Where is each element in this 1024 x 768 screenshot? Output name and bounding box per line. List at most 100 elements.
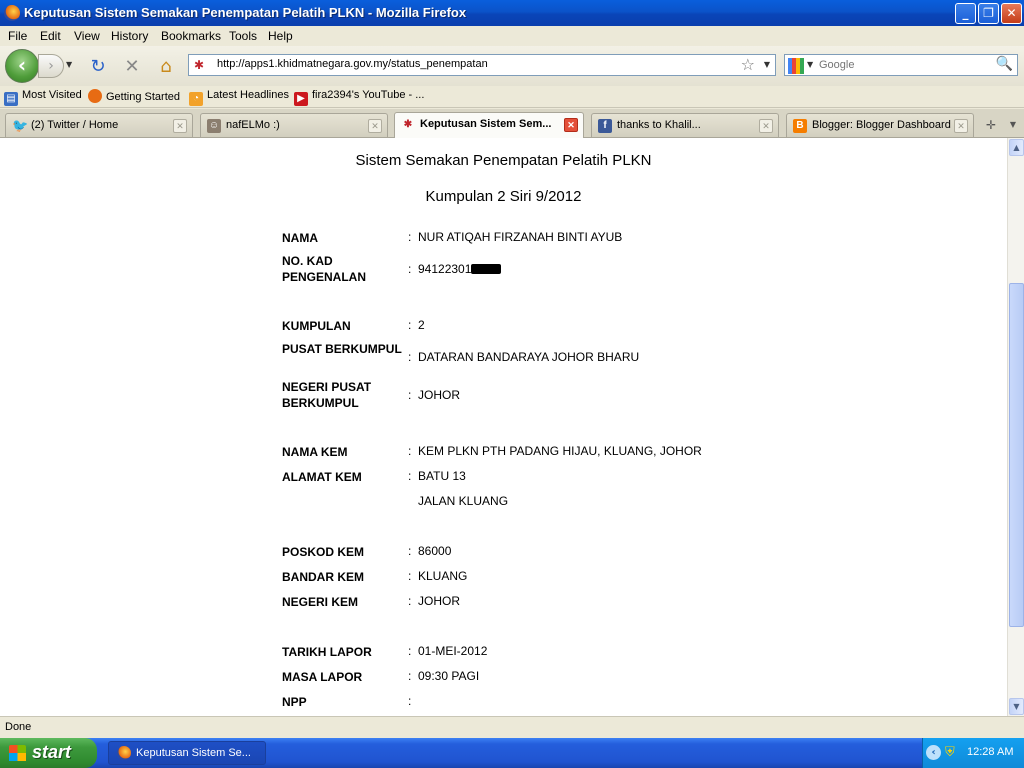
tab-close-icon[interactable]: ✕ — [759, 119, 773, 133]
field-label: PUSAT BERKUMPUL — [282, 342, 402, 356]
field-label: NEGERI KEM — [282, 595, 359, 609]
back-button[interactable]: ‹ — [5, 49, 39, 83]
field-colon: : — [408, 469, 412, 483]
scrollbar-thumb[interactable] — [1009, 283, 1024, 627]
field-value: 86000 — [418, 544, 452, 558]
menu-edit[interactable]: Edit — [40, 29, 61, 43]
scroll-down-icon[interactable]: ▼ — [1009, 698, 1024, 715]
tab-label: Blogger: Blogger Dashboard — [812, 119, 951, 131]
security-shield-icon[interactable]: ⛨ — [945, 745, 955, 760]
field-colon: : — [408, 594, 412, 608]
blogger-icon: B — [793, 119, 807, 133]
tab-close-icon[interactable]: ✕ — [564, 118, 578, 132]
field-label: MASA LAPOR — [282, 670, 363, 684]
tab-nafelmo[interactable]: ☺ nafELMo :) ✕ — [200, 113, 388, 137]
tab-close-icon[interactable]: ✕ — [954, 119, 968, 133]
field-value: 01-MEI-2012 — [418, 644, 488, 658]
plkn-icon: ✱ — [403, 119, 413, 130]
field-value: JOHOR — [418, 388, 460, 402]
menu-view[interactable]: View — [74, 29, 100, 43]
site-favicon-icon: ✱ — [194, 58, 205, 72]
stop-icon[interactable]: ✕ — [121, 56, 143, 78]
search-engine-dropdown-icon[interactable]: ▼ — [807, 60, 813, 69]
home-icon[interactable]: ⌂ — [155, 56, 177, 78]
tab-close-icon[interactable]: ✕ — [368, 119, 382, 133]
url-text[interactable]: http://apps1.khidmatnegara.gov.my/status… — [217, 58, 488, 70]
menu-bookmarks[interactable]: Bookmarks — [161, 29, 221, 43]
page-title: Sistem Semakan Penempatan Pelatih PLKN — [355, 152, 652, 169]
field-value: KEM PLKN PTH PADANG HIJAU, KLUANG, JOHOR — [418, 444, 702, 458]
forward-button[interactable]: › — [38, 54, 64, 78]
menu-history[interactable]: History — [111, 29, 148, 43]
field-value: 2 — [418, 318, 425, 332]
tab-twitter[interactable]: 🐦 (2) Twitter / Home ✕ — [5, 113, 193, 137]
bookmark-latest-headlines[interactable]: ◔ Latest Headlines — [189, 89, 289, 106]
field-label: NO. KAD PENGENALAN — [282, 254, 367, 284]
history-dropdown-icon[interactable]: ▼ — [66, 60, 72, 69]
field-colon: : — [408, 230, 412, 244]
field-colon: : — [408, 350, 412, 364]
redaction-mark — [471, 264, 502, 274]
field-colon: : — [408, 669, 412, 683]
field-colon: : — [408, 318, 412, 332]
bookmark-star-icon[interactable]: ☆ — [741, 55, 755, 74]
tab-label: (2) Twitter / Home — [31, 119, 119, 131]
tab-list-dropdown-icon[interactable]: ▼ — [1002, 115, 1024, 135]
minimize-button[interactable]: _ — [955, 3, 976, 24]
rss-icon: ◔ — [189, 92, 203, 106]
url-dropdown-icon[interactable]: ▼ — [764, 60, 770, 69]
taskbar-item-label: Keputusan Sistem Se... — [136, 747, 251, 759]
field-label: NAMA — [282, 231, 318, 245]
tray-expand-icon[interactable]: ‹ — [926, 745, 941, 760]
menu-help[interactable]: Help — [268, 29, 293, 43]
bookmark-youtube[interactable]: ▶ fira2394's YouTube - ... — [294, 89, 424, 106]
most-visited-icon: ▤ — [4, 92, 18, 106]
vertical-scrollbar[interactable]: ▲ ▼ — [1007, 138, 1024, 716]
field-colon: : — [408, 569, 412, 583]
field-value: JOHOR — [418, 594, 460, 608]
start-label: start — [32, 742, 72, 762]
url-bar[interactable]: ✱ http://apps1.khidmatnegara.gov.my/stat… — [188, 54, 776, 76]
search-box: ▼ 🔍 — [784, 54, 1018, 76]
field-colon: : — [408, 694, 412, 708]
tab-keputusan[interactable]: ✱ Keputusan Sistem Sem... ✕ — [394, 112, 584, 138]
firefox-icon — [4, 5, 20, 21]
facebook-icon: f — [598, 119, 612, 133]
window-titlebar[interactable]: Keputusan Sistem Semakan Penempatan Pela… — [0, 0, 1024, 26]
new-tab-icon[interactable]: ✛ — [980, 115, 1002, 135]
field-value: 94122301 — [418, 262, 502, 276]
close-button[interactable]: ✕ — [1001, 3, 1022, 24]
taskbar-item-firefox[interactable]: Keputusan Sistem Se... — [108, 741, 266, 765]
menu-tools[interactable]: Tools — [229, 29, 257, 43]
search-icon[interactable]: 🔍 — [996, 56, 1013, 72]
start-button[interactable]: start — [0, 738, 97, 768]
bookmark-label: Most Visited — [22, 89, 82, 101]
tab-facebook[interactable]: f thanks to Khalil... ✕ — [591, 113, 779, 137]
field-label: NPP — [282, 695, 307, 709]
system-tray: ‹ ⛨ 12:28 AM — [922, 738, 1024, 768]
bookmark-label: Getting Started — [106, 91, 180, 103]
menu-file[interactable]: File — [8, 29, 27, 43]
field-label: BANDAR KEM — [282, 570, 364, 584]
tab-label: nafELMo :) — [226, 119, 280, 131]
field-colon: : — [408, 388, 412, 402]
tab-close-icon[interactable]: ✕ — [173, 119, 187, 133]
field-label: TARIKH LAPOR — [282, 645, 372, 659]
bookmark-most-visited[interactable]: ▤ Most Visited — [4, 89, 82, 106]
page-subtitle: Kumpulan 2 Siri 9/2012 — [425, 188, 582, 205]
clock[interactable]: 12:28 AM — [967, 746, 1013, 758]
maximize-button[interactable]: ❐ — [978, 3, 999, 24]
avatar-icon: ☺ — [207, 119, 221, 133]
tab-blogger[interactable]: B Blogger: Blogger Dashboard ✕ — [786, 113, 974, 137]
field-label: KUMPULAN — [282, 319, 351, 333]
status-bar: Done — [0, 716, 1024, 738]
field-colon: : — [408, 544, 412, 558]
scroll-up-icon[interactable]: ▲ — [1009, 139, 1024, 156]
search-input[interactable] — [819, 57, 989, 73]
bookmark-getting-started[interactable]: Getting Started — [88, 89, 180, 103]
google-icon[interactable] — [788, 58, 804, 74]
firefox-icon — [88, 89, 102, 103]
page-content: Sistem Semakan Penempatan Pelatih PLKN K… — [0, 138, 1007, 716]
reload-icon[interactable]: ↻ — [87, 56, 109, 78]
field-value: NUR ATIQAH FIRZANAH BINTI AYUB — [418, 230, 623, 244]
